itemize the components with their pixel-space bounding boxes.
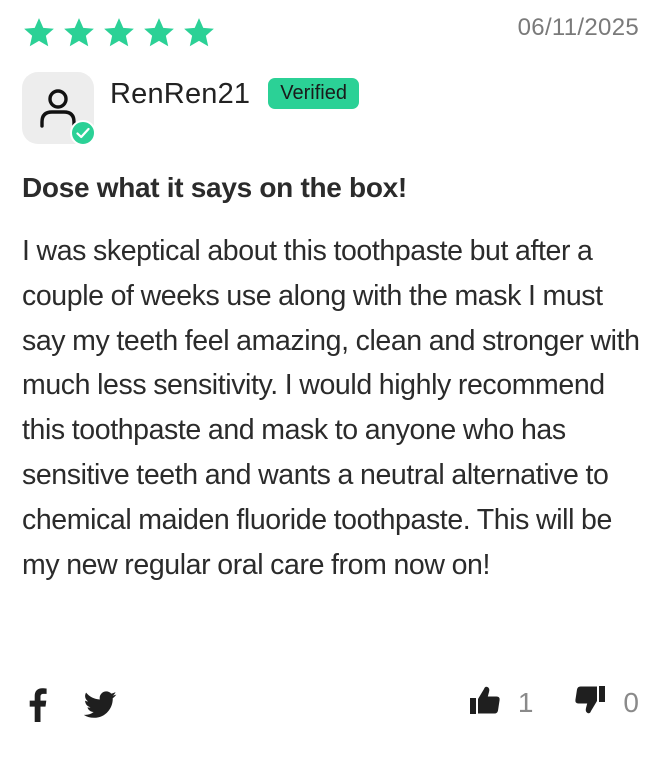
- vote-up-button[interactable]: 1: [469, 686, 534, 719]
- review-author: RenRen21 Verified: [22, 72, 359, 146]
- star-icon: [142, 16, 176, 49]
- twitter-icon[interactable]: [83, 691, 117, 724]
- review-date: 06/11/2025: [517, 14, 639, 41]
- check-icon: [70, 120, 96, 146]
- avatar: [22, 72, 96, 146]
- thumbs-down-icon: [575, 686, 606, 719]
- star-icon: [102, 16, 136, 49]
- review-title: Dose what it says on the box!: [22, 172, 407, 203]
- star-rating: [22, 16, 216, 49]
- verified-badge: Verified: [268, 78, 359, 109]
- facebook-icon[interactable]: [26, 688, 48, 727]
- thumbs-up-icon: [469, 686, 500, 719]
- vote-up-count: 1: [517, 686, 534, 718]
- share-links: [26, 688, 117, 727]
- star-icon: [22, 16, 56, 49]
- helpful-votes: 1 0: [469, 686, 639, 719]
- user-icon: [40, 89, 76, 128]
- vote-down-count: 0: [623, 686, 639, 718]
- star-icon: [182, 16, 216, 49]
- vote-down-button[interactable]: 0: [575, 686, 639, 719]
- star-icon: [62, 16, 96, 49]
- review-body: I was skeptical about this toothpaste bu…: [22, 235, 640, 581]
- review-card: 06/11/2025 RenRen21 Verified Dose what i…: [0, 0, 658, 762]
- author-name: RenRen21: [110, 78, 251, 110]
